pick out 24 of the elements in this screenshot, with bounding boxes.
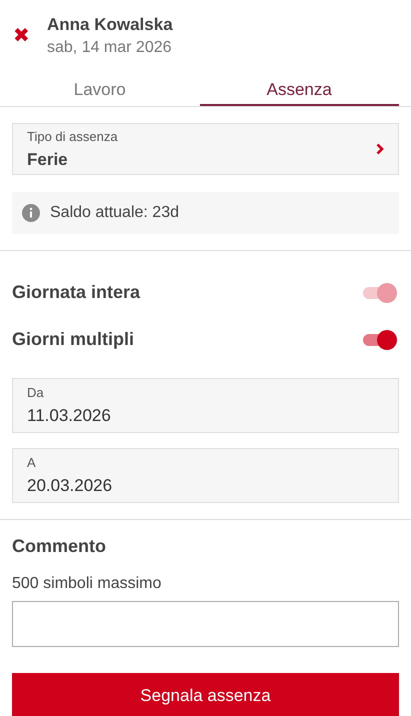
- toggle-label: Giornata intera: [12, 282, 140, 303]
- balance-text: Saldo attuale: 23d: [50, 204, 179, 222]
- field-value: 11.03.2026: [27, 406, 112, 426]
- date-field[interactable]: A 20.03.2026: [12, 448, 399, 503]
- comment-hint: 500 simboli massimo: [12, 575, 162, 593]
- close-icon[interactable]: ✖: [13, 26, 35, 46]
- tab[interactable]: Lavoro: [0, 78, 200, 106]
- toggle-label: Giorni multipli: [12, 329, 134, 350]
- field-value: Ferie: [27, 150, 69, 170]
- date-label: sab, 14 mar 2026: [47, 39, 173, 57]
- comment-field[interactable]: [12, 601, 399, 647]
- submit-button[interactable]: Segnala assenza: [12, 673, 399, 716]
- field-label: Da: [27, 385, 45, 400]
- info-icon: [22, 204, 40, 222]
- field-label: Tipo di assenza: [27, 128, 119, 144]
- field-label: A: [27, 455, 37, 470]
- tab[interactable]: Assenza: [200, 78, 399, 106]
- date-field[interactable]: Da 11.03.2026: [12, 378, 399, 433]
- toggle-switch[interactable]: [363, 328, 397, 350]
- employee-name: Anna Kowalska: [47, 15, 173, 35]
- absence-type-select[interactable]: Tipo di assenza Ferie: [12, 123, 399, 175]
- chevron-right-icon: [376, 143, 384, 155]
- field-value: 20.03.2026: [27, 476, 114, 496]
- comment-title: Commento: [12, 536, 107, 557]
